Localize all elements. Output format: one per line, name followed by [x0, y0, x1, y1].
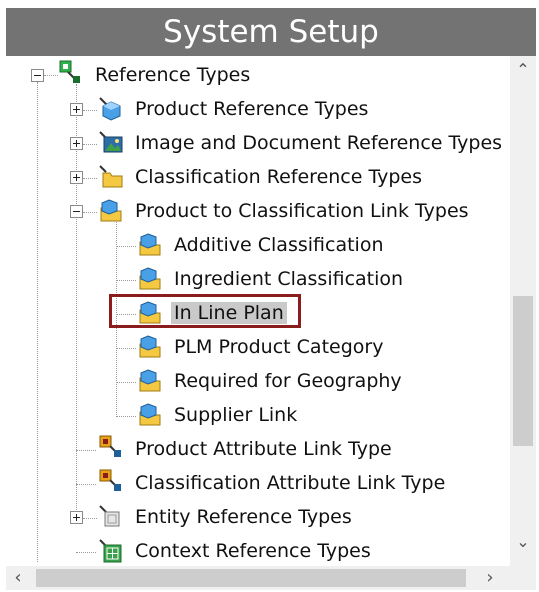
tree-node-plm-product-category[interactable]: PLM Product Category	[6, 332, 506, 362]
vertical-scroll-thumb[interactable]	[513, 296, 533, 446]
tree-node-product-attribute-link-type[interactable]: Product Attribute Link Type	[6, 434, 506, 464]
tree-node-classification-attribute-link-type[interactable]: Classification Attribute Link Type	[6, 468, 506, 498]
tree-node-label: Context Reference Types	[135, 540, 371, 562]
scroll-down-arrow-icon[interactable]: ⌄	[510, 532, 536, 551]
cube-blue-icon	[99, 97, 121, 121]
link-folder-icon	[100, 199, 122, 222]
scroll-left-arrow-icon[interactable]: ‹	[10, 567, 26, 588]
reference-tree: Reference Types Product Reference Types …	[6, 56, 510, 566]
collapse-toggle[interactable]	[70, 205, 83, 218]
tree-node-label: Required for Geography	[174, 370, 402, 392]
link-folder-icon	[139, 233, 161, 256]
scroll-right-arrow-icon[interactable]: ›	[482, 567, 498, 588]
link-folder-icon	[139, 335, 161, 358]
tree-node-additive-classification[interactable]: Additive Classification	[6, 230, 506, 260]
attribute-link-icon	[99, 469, 121, 491]
panel-title: System Setup	[6, 8, 536, 56]
tree-node-classification-reference-types[interactable]: Classification Reference Types	[6, 162, 506, 192]
horizontal-scroll-thumb[interactable]	[36, 569, 466, 587]
tree-node-label: Classification Attribute Link Type	[135, 472, 446, 494]
tree-node-image-document-reference-types[interactable]: Image and Document Reference Types	[6, 128, 510, 158]
entity-icon	[99, 505, 120, 527]
collapse-toggle[interactable]	[31, 69, 44, 82]
folder-icon	[99, 165, 123, 188]
tree-node-product-reference-types[interactable]: Product Reference Types	[6, 94, 506, 124]
expand-toggle[interactable]	[70, 137, 83, 150]
image-icon	[99, 131, 123, 153]
context-icon	[99, 539, 122, 563]
tree-node-label: PLM Product Category	[174, 336, 384, 358]
link-folder-icon	[139, 403, 161, 426]
tree-node-ingredient-classification[interactable]: Ingredient Classification	[6, 264, 506, 294]
tree-node-label: Entity Reference Types	[135, 506, 352, 528]
expand-toggle[interactable]	[70, 103, 83, 116]
tree-node-label: Ingredient Classification	[174, 268, 404, 290]
tree-node-label: Additive Classification	[174, 234, 384, 256]
tree-node-label: Product to Classification Link Types	[135, 200, 469, 222]
vertical-scrollbar[interactable]: ⌃ ⌄	[510, 56, 536, 566]
expand-toggle[interactable]	[70, 511, 83, 524]
reference-types-icon	[59, 60, 80, 83]
tree-node-label: Classification Reference Types	[135, 166, 423, 188]
tree-node-label: Reference Types	[95, 64, 251, 86]
tree-node-label: Product Attribute Link Type	[135, 438, 392, 460]
attribute-link-icon	[99, 435, 121, 457]
tree-node-supplier-link[interactable]: Supplier Link	[6, 400, 506, 430]
expand-toggle[interactable]	[70, 171, 83, 184]
tree-node-product-classification-link-types[interactable]: Product to Classification Link Types	[6, 196, 506, 226]
tree-node-label: Supplier Link	[174, 404, 298, 426]
scroll-up-arrow-icon[interactable]: ⌃	[510, 60, 536, 79]
tree-node-label: Image and Document Reference Types	[135, 132, 503, 154]
tree-node-entity-reference-types[interactable]: Entity Reference Types	[6, 502, 506, 532]
tree-node-reference-types[interactable]: Reference Types	[6, 60, 506, 90]
selection-focus-box	[109, 294, 301, 328]
tree-node-label: Product Reference Types	[135, 98, 369, 120]
tree-node-context-reference-types[interactable]: Context Reference Types	[6, 536, 506, 566]
link-folder-icon	[139, 267, 161, 290]
link-folder-icon	[139, 369, 161, 392]
horizontal-scrollbar[interactable]: ‹ ›	[6, 566, 536, 590]
tree-node-required-for-geography[interactable]: Required for Geography	[6, 366, 506, 396]
